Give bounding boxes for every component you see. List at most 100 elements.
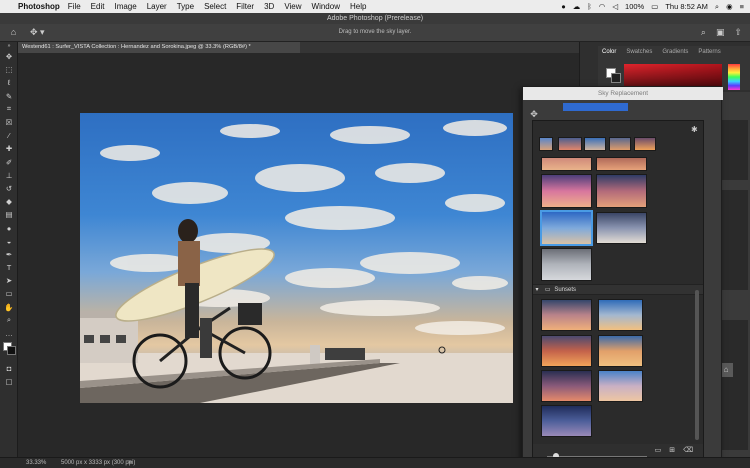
blur-icon[interactable]: ● (0, 221, 18, 234)
sky-thumb[interactable] (609, 137, 631, 151)
sunset-thumb[interactable] (598, 299, 643, 331)
history-brush-icon[interactable]: ↺ (0, 182, 18, 195)
more-tools-icon[interactable]: … (0, 327, 18, 340)
sky-thumb[interactable] (596, 212, 647, 244)
chevron-down-icon[interactable]: ▾ (533, 285, 541, 296)
cloud-icon[interactable]: ☁ (573, 2, 581, 11)
menu-window[interactable]: Window (312, 2, 340, 11)
new-group-icon[interactable]: ▭ (655, 446, 662, 454)
add-sky-icon[interactable]: ⊞ (669, 446, 675, 454)
eraser-icon[interactable]: ◆ (0, 195, 18, 208)
tab-patterns[interactable]: Patterns (698, 49, 720, 59)
document-photo[interactable] (80, 113, 513, 403)
picker-scrollbar[interactable] (695, 290, 699, 440)
menu-3d[interactable]: 3D (264, 2, 274, 11)
tab-color[interactable]: Color (602, 49, 616, 59)
hue-slider[interactable] (728, 64, 740, 90)
sky-move-tool-icon[interactable]: ✥ (527, 107, 541, 121)
sky-group-header[interactable]: ▾ ▭ Sunsets (533, 284, 703, 295)
workspace-icon[interactable]: ▣ (716, 27, 725, 38)
healing-icon[interactable]: ✚ (0, 142, 18, 155)
sky-thumb[interactable] (634, 137, 656, 151)
quick-select-icon[interactable]: ✎ (0, 90, 18, 103)
menu-type[interactable]: Type (177, 2, 194, 11)
pen-icon[interactable]: ✒ (0, 248, 18, 261)
brush-icon[interactable]: ✐ (0, 156, 18, 169)
trash-icon[interactable]: ⌫ (683, 446, 693, 454)
sky-thumb[interactable] (558, 137, 582, 151)
move-icon[interactable]: ✥ (0, 50, 18, 63)
sky-thumb-selected[interactable] (540, 210, 593, 246)
battery-percent: 100% (625, 2, 645, 11)
menu-file[interactable]: File (68, 2, 81, 11)
clock[interactable]: Thu 8:52 AM (665, 2, 708, 11)
app-menu[interactable]: Photoshop (18, 2, 60, 11)
sunset-thumb[interactable] (541, 299, 592, 331)
sky-thumb[interactable] (596, 157, 647, 171)
siri-icon[interactable]: ◉ (726, 2, 733, 11)
menu-image[interactable]: Image (114, 2, 136, 11)
record-icon[interactable]: ● (561, 2, 566, 11)
hand-icon[interactable]: ✋ (0, 301, 18, 314)
wifi-icon[interactable]: ◠ (599, 2, 606, 11)
group-name: Sunsets (554, 287, 577, 293)
menu-layer[interactable]: Layer (147, 2, 167, 11)
menu-edit[interactable]: Edit (91, 2, 105, 11)
status-menu-icons: ● ☁ ᛒ ◠ ◁ 100% ▭ Thu 8:52 AM ⌕ ◉ ≡ (561, 0, 744, 13)
stamp-icon[interactable]: ⊥ (0, 169, 18, 182)
quick-mask-icon[interactable]: ◘ (0, 362, 18, 375)
type-icon[interactable]: T (0, 261, 18, 274)
color-panel-background-swatch[interactable] (611, 73, 621, 83)
toolbar-grip[interactable]: » (0, 42, 18, 50)
rectangle-icon[interactable]: ▭ (0, 287, 18, 300)
folder-icon: ▭ (544, 287, 551, 293)
sunset-thumb[interactable] (541, 370, 592, 402)
dodge-icon[interactable]: ◒ (0, 235, 18, 248)
sunset-thumb[interactable] (541, 405, 592, 437)
menu-filter[interactable]: Filter (236, 2, 254, 11)
dialog-title: Sky Replacement (523, 87, 723, 100)
screen-mode-icon[interactable]: ▢ (0, 375, 18, 388)
sunset-thumb[interactable] (598, 335, 643, 367)
sky-thumb[interactable] (541, 174, 592, 208)
tools-panel: » ✥ ⬚ ℓ ✎ ⌗ ☒ ⁄ ✚ ✐ ⊥ ↺ ◆ ▤ ● ◒ ✒ T ➤ ▭ … (0, 42, 18, 457)
notification-center-icon[interactable]: ≡ (740, 2, 744, 11)
menu-view[interactable]: View (284, 2, 301, 11)
gradient-icon[interactable]: ▤ (0, 208, 18, 221)
marquee-icon[interactable]: ⬚ (0, 63, 18, 76)
sky-thumb[interactable] (541, 248, 592, 281)
status-bar: 33.33% 5000 px x 3333 px (300 ppi) > (0, 457, 750, 468)
gear-icon[interactable]: ✱ (691, 125, 698, 134)
sky-preview[interactable] (563, 103, 628, 111)
color-swatches[interactable] (0, 340, 18, 362)
crop-icon[interactable]: ⌗ (0, 103, 18, 116)
status-arrow-icon[interactable]: > (128, 458, 132, 468)
color-panel-tabs: Color Swatches Gradients Patterns (602, 49, 721, 59)
sunset-thumb[interactable] (541, 335, 592, 367)
battery-icon[interactable]: ▭ (651, 2, 658, 11)
menu-help[interactable]: Help (350, 2, 366, 11)
zoom-icon[interactable]: ⌕ (0, 314, 18, 327)
share-icon[interactable]: ⇧ (734, 27, 742, 38)
frame-icon[interactable]: ☒ (0, 116, 18, 129)
background-color-swatch[interactable] (7, 346, 16, 356)
eyedropper-icon[interactable]: ⁄ (0, 129, 18, 142)
search-icon[interactable]: ⌕ (701, 27, 706, 38)
window-title: Adobe Photoshop (Prerelease) (0, 13, 750, 24)
tab-swatches[interactable]: Swatches (626, 49, 652, 59)
lasso-icon[interactable]: ℓ (0, 76, 18, 89)
bluetooth-icon[interactable]: ᛒ (587, 2, 592, 11)
zoom-level[interactable]: 33.33% (26, 458, 46, 468)
spotlight-icon[interactable]: ⌕ (715, 2, 719, 12)
sky-thumb[interactable] (584, 137, 606, 151)
path-select-icon[interactable]: ➤ (0, 274, 18, 287)
sky-thumb[interactable] (539, 137, 553, 151)
sky-thumb[interactable] (596, 174, 647, 208)
tab-gradients[interactable]: Gradients (662, 49, 688, 59)
volume-icon[interactable]: ◁ (612, 2, 618, 11)
sunset-thumb[interactable] (598, 370, 643, 402)
mac-menubar: Photoshop File Edit Image Layer Type Sel… (0, 0, 750, 13)
document-tab[interactable]: Westend61 : Surfer_VISTA Collection : He… (18, 42, 300, 53)
menu-select[interactable]: Select (204, 2, 226, 11)
sky-thumb[interactable] (541, 157, 592, 171)
